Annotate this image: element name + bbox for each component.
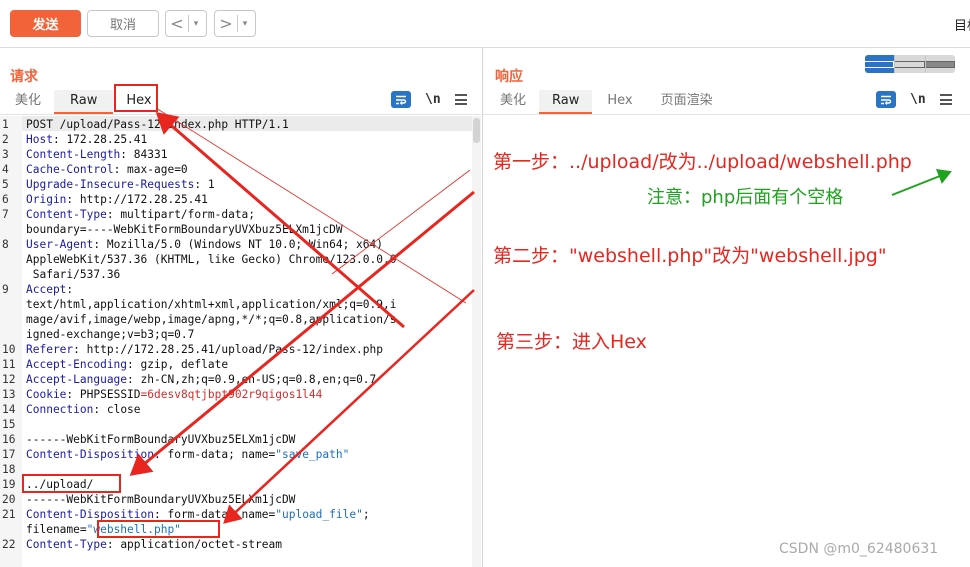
guide-line: [331, 169, 471, 275]
step2-annotation: 第二步："webshell.php"改为"webshell.jpg": [493, 245, 887, 267]
step1-annotation: 第一步：../upload/改为../upload/webshell.php: [493, 151, 912, 173]
note-arrow: [891, 168, 952, 196]
space-note-annotation: 注意：php后面有个空格: [647, 187, 844, 208]
step3-annotation: 第三步：进入Hex: [496, 331, 647, 353]
csdn-watermark: CSDN @m0_62480631: [779, 541, 939, 557]
step2-arrow: [223, 289, 475, 524]
step1-arrow: [129, 190, 475, 476]
step3-arrow: [155, 112, 405, 329]
guide-line: [155, 107, 467, 304]
annotation-arrows: [129, 107, 952, 524]
